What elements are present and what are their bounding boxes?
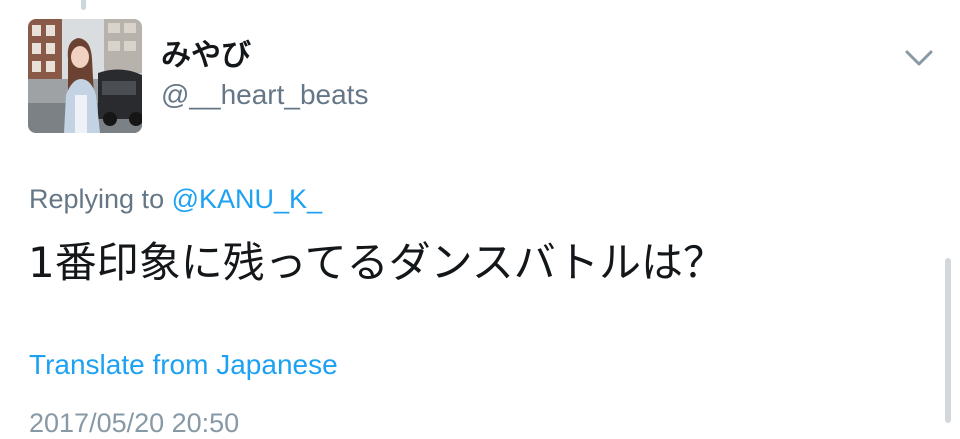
avatar-photo (28, 19, 142, 133)
display-name[interactable]: みやび (161, 38, 251, 74)
thread-connector-line (81, 0, 86, 10)
replying-to-label: Replying to (29, 184, 165, 214)
tweet-text: 1番印象に残ってるダンスバトルは？ (28, 238, 726, 287)
avatar[interactable] (28, 19, 142, 133)
scrollbar[interactable] (945, 258, 951, 423)
replying-to-line: Replying to @KANU_K_ (29, 183, 322, 215)
translate-link[interactable]: Translate from Japanese (29, 349, 338, 381)
reply-target-link[interactable]: @KANU_K_ (172, 184, 322, 214)
chevron-down-icon[interactable] (903, 46, 935, 70)
tweet-timestamp: 2017/05/20 20:50 (29, 408, 240, 438)
user-handle[interactable]: @__heart_beats (161, 79, 368, 111)
